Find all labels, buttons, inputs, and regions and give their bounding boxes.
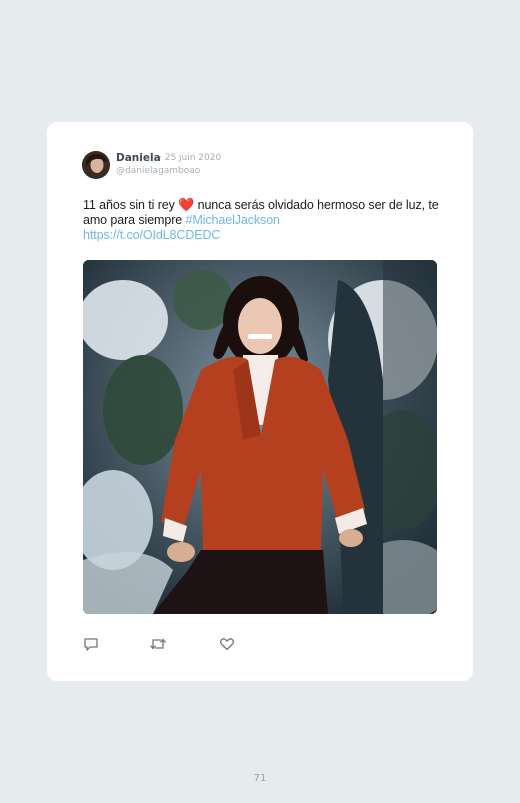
avatar[interactable]: [82, 151, 110, 179]
tweet-actions: [83, 636, 283, 652]
tweet-photo[interactable]: [83, 260, 437, 614]
tweet-date[interactable]: · 25 juin 2020: [159, 153, 221, 163]
tweet-text: 11 años sin ti rey ❤️ nunca serás olvida…: [83, 197, 443, 243]
tweet-text-part: 11 años sin ti rey: [83, 198, 179, 212]
author-name[interactable]: Daniela: [116, 152, 161, 164]
heart-emoji-icon: ❤️: [178, 197, 195, 212]
page-number: 71: [253, 773, 267, 784]
like-icon[interactable]: [219, 636, 235, 652]
tweet-card: Daniela · 25 juin 2020 @danielagamboao 1…: [47, 122, 473, 681]
author-handle[interactable]: @danielagamboao: [116, 166, 200, 176]
retweet-icon[interactable]: [149, 636, 166, 652]
hashtag-link[interactable]: #MichaelJackson: [186, 213, 280, 227]
reply-icon[interactable]: [83, 636, 99, 652]
url-link[interactable]: https://t.co/OIdL8CDEDC: [83, 228, 220, 242]
